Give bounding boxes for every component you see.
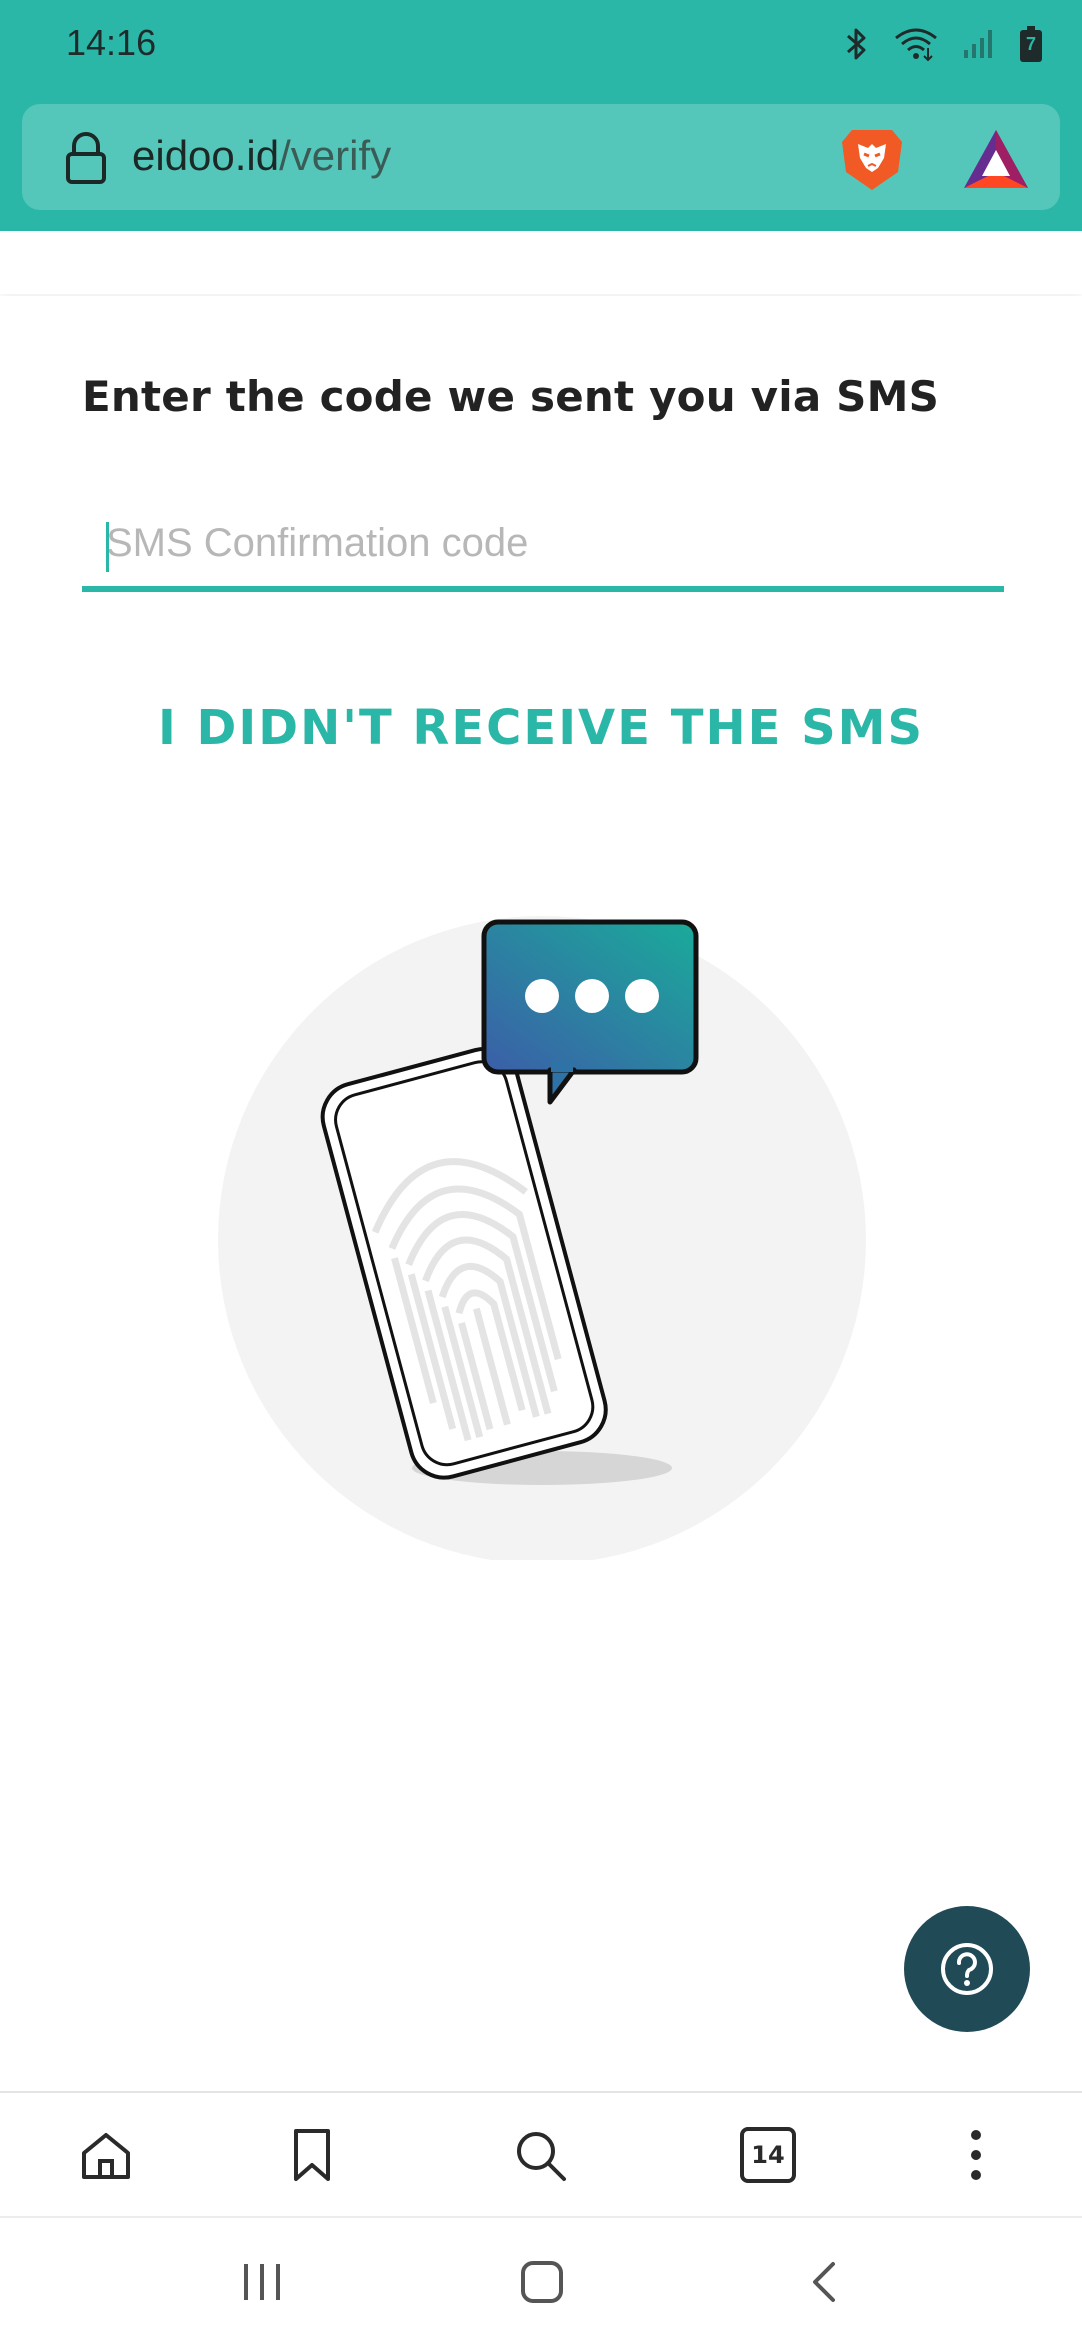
- brave-shields-icon[interactable]: [838, 124, 906, 194]
- bluetooth-icon: [847, 28, 866, 60]
- bookmark-icon: [294, 2129, 330, 2181]
- toolbar-home-button[interactable]: [74, 2123, 138, 2187]
- resend-sms-link[interactable]: I DIDN'T RECEIVE THE SMS: [0, 700, 1082, 756]
- text-caret: [106, 522, 109, 572]
- page-title: Enter the code we sent you via SMS: [82, 372, 940, 421]
- tab-count: 14: [751, 2141, 785, 2169]
- toolbar-tabs-button[interactable]: 14: [736, 2123, 800, 2187]
- home-button-icon: [521, 2261, 563, 2303]
- battery-level: 7: [1025, 34, 1036, 54]
- status-time: 14:16: [66, 22, 157, 63]
- help-button[interactable]: [904, 1906, 1030, 2032]
- back-button[interactable]: [792, 2252, 856, 2312]
- recents-icon: [244, 2264, 280, 2300]
- toolbar-search-button[interactable]: [508, 2123, 572, 2187]
- sms-code-input[interactable]: [82, 500, 1004, 592]
- url-text[interactable]: eidoo.id/verify: [132, 132, 391, 180]
- signal-icon: [964, 30, 992, 58]
- bat-rewards-icon[interactable]: [962, 128, 1030, 190]
- recents-button[interactable]: [230, 2252, 294, 2312]
- status-icons: 7: [844, 24, 1042, 64]
- battery-icon: 7: [1020, 26, 1042, 62]
- system-nav-bar: [0, 2216, 1082, 2344]
- page-header: [0, 231, 1082, 294]
- url-domain: eidoo.id: [132, 132, 280, 179]
- toolbar-menu-button[interactable]: [944, 2123, 1008, 2187]
- phone-sms-fingerprint-illustration: [218, 916, 866, 1560]
- address-bar[interactable]: eidoo.id/verify: [22, 104, 1060, 210]
- url-path: /verify: [279, 132, 392, 179]
- browser-toolbar: 14: [0, 2091, 1082, 2218]
- wifi-icon: [895, 28, 937, 62]
- search-icon: [517, 2132, 566, 2181]
- tabs-icon: 14: [740, 2127, 796, 2183]
- home-icon: [82, 2133, 130, 2179]
- back-icon: [813, 2262, 835, 2302]
- toolbar-bookmark-button[interactable]: [280, 2123, 344, 2187]
- browser-top-bar: 14:16 7 eidoo.id/verify: [0, 0, 1082, 231]
- system-home-button[interactable]: [510, 2252, 574, 2312]
- question-icon: [941, 1943, 993, 1995]
- menu-icon: [971, 2130, 981, 2180]
- lock-icon: [66, 132, 106, 184]
